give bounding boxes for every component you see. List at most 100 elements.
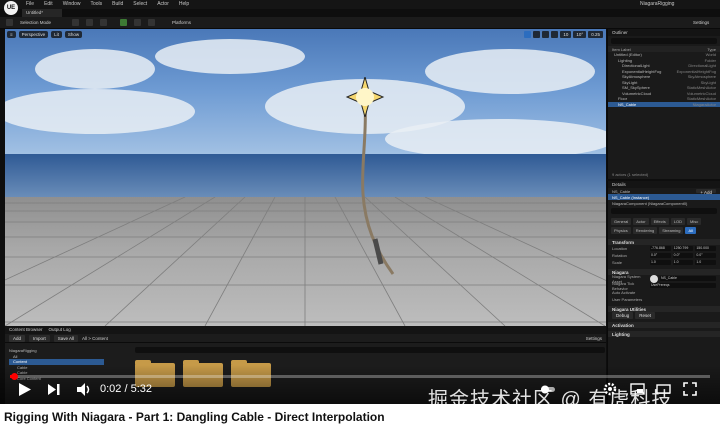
details-filter-tabs: General Actor Effects LOD Misc Physics Renderi… bbox=[608, 216, 720, 236]
lighting-category: Lighting bbox=[608, 331, 720, 337]
scale-tool-icon bbox=[542, 31, 550, 38]
details-filter-tab: Actor bbox=[633, 218, 649, 225]
auto-activate-row: Auto Activate bbox=[608, 289, 720, 296]
sun-actor-icon bbox=[345, 77, 385, 117]
cb-add-button: Add bbox=[9, 334, 26, 342]
content-browser-toolbar: Add Import Save All All > Content Settin… bbox=[5, 334, 606, 343]
perspective-button: Perspective bbox=[18, 31, 49, 38]
editor-toolbar: Selection Mode Platforms Settings bbox=[0, 17, 720, 29]
level-tab: Untitled* bbox=[22, 9, 62, 17]
time-total: 5:32 bbox=[130, 383, 153, 395]
transform-value: 1.0 bbox=[650, 260, 671, 265]
auto-activate-label: Auto Activate bbox=[612, 290, 636, 295]
level-viewport: ≡ Perspective Lit Show 10 10° 0.25 bbox=[5, 29, 606, 326]
cb-import-button: Import bbox=[29, 334, 50, 342]
cinematics-icon bbox=[100, 19, 107, 26]
progress-bar[interactable] bbox=[10, 373, 710, 380]
cloud bbox=[155, 39, 305, 74]
progress-scrubber[interactable] bbox=[11, 373, 19, 380]
editor-menu-bar: File Edit Window Tools Build Select Actor Help bbox=[26, 1, 189, 7]
outliner-footer: 9 actors (1 selected) bbox=[612, 172, 649, 177]
cloud bbox=[425, 49, 595, 94]
transform-value: 150.000 bbox=[695, 246, 717, 251]
next-video-button[interactable] bbox=[47, 383, 61, 396]
transform-row: Scale 1.0 1.0 1.0 bbox=[608, 259, 720, 266]
outliner-row-label: NS_Cable bbox=[618, 101, 637, 107]
settings-dropdown: Settings bbox=[693, 20, 710, 25]
details-filter-tab: Misc bbox=[686, 218, 702, 225]
outliner-list: Untitled (Editor) World Lighting Folder Dire… bbox=[608, 52, 720, 107]
outliner-search bbox=[611, 38, 717, 44]
project-name: NiagaraRigging bbox=[640, 1, 675, 7]
menu-item: Edit bbox=[44, 1, 53, 7]
niagara-tick-value: UsePrereqs bbox=[650, 283, 716, 288]
volume-button[interactable] bbox=[76, 382, 92, 397]
video-player[interactable]: UE File Edit Window Tools Build Select Actor He… bbox=[0, 0, 720, 404]
user-parameters-row: User Parameters bbox=[608, 296, 720, 303]
transform-row: Rotation 0.0° 0.0° 0.0° bbox=[608, 252, 720, 259]
transform-row: Location -776.868 1250.799 150.000 bbox=[608, 245, 720, 252]
outliner-title: Outliner bbox=[608, 29, 720, 36]
transform-value: 0.0° bbox=[650, 253, 671, 258]
niagara-asset-thumbnail bbox=[650, 274, 658, 283]
cloud bbox=[35, 49, 155, 89]
time-current: 0:02 bbox=[100, 383, 122, 395]
rotate-tool-icon bbox=[533, 31, 541, 38]
selection-mode-dropdown: Selection Mode bbox=[20, 20, 52, 25]
transform-value: 1.0 bbox=[695, 260, 717, 265]
content-browser-tabs: Content Browser Output Log bbox=[5, 326, 606, 334]
menu-item: Select bbox=[133, 1, 148, 7]
user-parameters-label: User Parameters bbox=[612, 297, 643, 302]
col-item-label: Item Label bbox=[612, 47, 631, 52]
outliner-row-type: NiagaraActor bbox=[692, 101, 716, 107]
activation-category: Activation bbox=[608, 322, 720, 328]
details-filter-tab: Streaming bbox=[659, 227, 684, 234]
component-row: NiagaraComponent (NiagaraComponent0) bbox=[608, 200, 720, 206]
niagara-tick-row: Niagara Tick Behavior UsePrereqs bbox=[608, 281, 720, 291]
grid-snap-value: 10 bbox=[560, 31, 572, 38]
watermark: 掘金技术社区 @ 有虎科技 bbox=[428, 389, 673, 404]
col-type: Type bbox=[707, 47, 716, 52]
outliner-panel: Outliner Item Label Type Untitled (Edito… bbox=[607, 29, 720, 179]
tab-content-browser: Content Browser bbox=[9, 327, 43, 332]
video-title[interactable]: Rigging With Niagara - Part 1: Dangling … bbox=[4, 410, 385, 424]
debug-button: Debug bbox=[612, 312, 634, 319]
viewport-sea bbox=[5, 154, 606, 199]
details-title: Details bbox=[608, 181, 720, 188]
transform-value: 0.0° bbox=[672, 253, 694, 258]
details-add-button: + Add bbox=[696, 189, 716, 195]
blueprint-icon bbox=[86, 19, 93, 26]
cb-path-breadcrumb: All > Content bbox=[82, 335, 108, 341]
menu-item: Window bbox=[62, 1, 81, 7]
menu-item: Help bbox=[178, 1, 190, 7]
save-icon bbox=[6, 19, 13, 26]
translate-tool-icon bbox=[524, 31, 532, 38]
editor-title-bar: UE File Edit Window Tools Build Select Actor He… bbox=[0, 0, 720, 15]
menu-item: File bbox=[26, 1, 35, 7]
component-label: NiagaraComponent (NiagaraComponent0) bbox=[612, 201, 688, 206]
rotation-snap-value: 10° bbox=[573, 31, 587, 38]
menu-item: Build bbox=[112, 1, 124, 7]
cb-search bbox=[135, 347, 605, 353]
menu-item: Actor bbox=[157, 1, 169, 7]
details-filter-tab: General bbox=[611, 218, 632, 225]
component-label: NS_Cable (Instance) bbox=[612, 195, 650, 200]
time-display: 0:02 / 5:32 bbox=[100, 383, 152, 395]
lit-button: Lit bbox=[51, 31, 62, 38]
play-button[interactable] bbox=[18, 382, 32, 397]
transform-label: Location bbox=[612, 246, 628, 251]
details-filter-tab: Physics bbox=[611, 227, 631, 234]
viewport-menu-button: ≡ bbox=[7, 31, 16, 38]
transform-value: 1.0 bbox=[672, 260, 694, 265]
fullscreen-button[interactable] bbox=[683, 382, 697, 396]
unreal-logo-icon: UE bbox=[4, 1, 18, 15]
transform-value: 0.0° bbox=[695, 253, 717, 258]
details-actor-name: NS_Cable bbox=[612, 189, 631, 194]
outliner-row: NS_Cable NiagaraActor bbox=[608, 101, 720, 107]
floor-grid bbox=[5, 197, 606, 326]
menu-item: Tools bbox=[90, 1, 103, 7]
details-filter-tab: LOD bbox=[670, 218, 685, 225]
transform-rows: Location -776.868 1250.799 150.000 Rotation 0… bbox=[608, 245, 720, 266]
transform-label: Rotation bbox=[612, 253, 627, 258]
details-filter-tab: Effects bbox=[650, 218, 669, 225]
